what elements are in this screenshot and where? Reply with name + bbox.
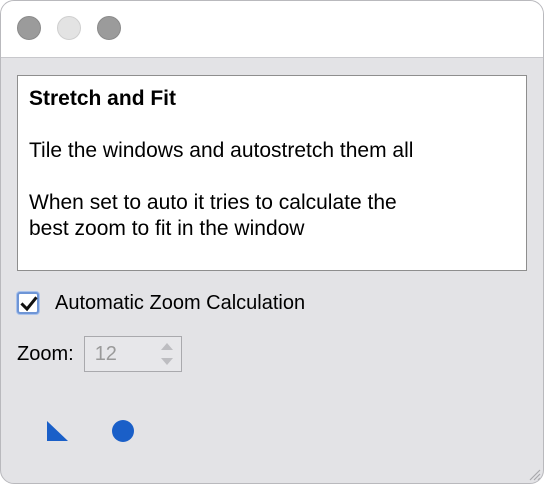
zoom-label: Zoom:: [17, 342, 74, 365]
auto-zoom-checkbox[interactable]: [17, 292, 39, 314]
resize-grip-icon[interactable]: [525, 465, 541, 481]
description-line-2a: When set to auto it tries to calculate t…: [29, 191, 397, 214]
zoom-spinner[interactable]: [83, 336, 182, 372]
dialog-window: Stretch and Fit Tile the windows and aut…: [0, 0, 544, 484]
minimize-button[interactable]: [57, 16, 81, 40]
description-title: Stretch and Fit: [29, 87, 177, 110]
checkmark-icon: [20, 296, 38, 312]
zoom-spin-buttons: [154, 338, 180, 370]
arrow-up-icon: [160, 343, 173, 350]
auto-zoom-label[interactable]: Automatic Zoom Calculation: [55, 292, 305, 315]
description-line-2b: best zoom to fit in the window: [29, 217, 305, 240]
arrow-down-icon: [160, 358, 173, 365]
zoom-decrement-button[interactable]: [154, 354, 180, 370]
circle-icon[interactable]: [111, 419, 135, 443]
close-button[interactable]: [17, 16, 41, 40]
maximize-button[interactable]: [97, 16, 121, 40]
zoom-row: Zoom:: [17, 335, 182, 373]
triangle-corner-icon[interactable]: [45, 419, 69, 443]
title-bar[interactable]: [1, 1, 543, 58]
zoom-input[interactable]: [84, 337, 153, 371]
bottom-icon-bar: [45, 419, 145, 443]
description-line-1: Tile the windows and autostretch them al…: [29, 139, 414, 162]
description-panel: Stretch and Fit Tile the windows and aut…: [17, 75, 527, 271]
auto-zoom-row[interactable]: Automatic Zoom Calculation: [17, 289, 305, 317]
zoom-increment-button[interactable]: [154, 338, 180, 354]
